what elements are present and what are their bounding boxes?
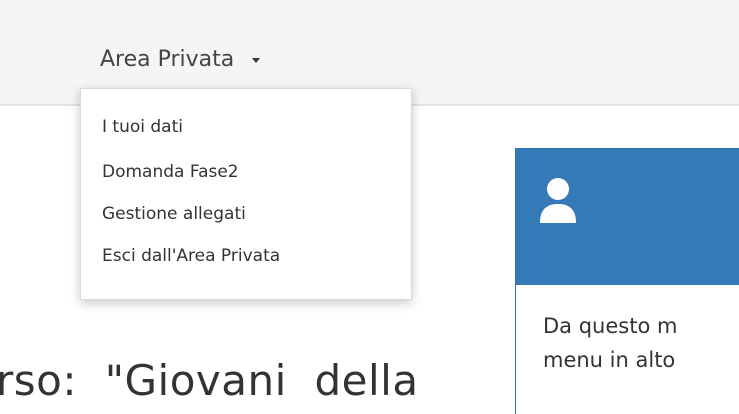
page-title: rso: "Giovani della (0, 356, 419, 405)
panel-body: Da questo m menu in alto (516, 285, 739, 377)
area-privata-dropdown-menu: I tuoi dati Domanda Fase2 Gestione alleg… (80, 88, 412, 300)
menu-item-gestione-allegati[interactable]: Gestione allegati (81, 193, 411, 235)
panel-heading (516, 149, 739, 285)
page: Area Privata rso: "Giovani della Da ques… (0, 0, 739, 414)
area-privata-dropdown-toggle[interactable]: Area Privata (100, 44, 261, 74)
panel-body-line: menu in alto (543, 348, 676, 372)
menu-item-esci[interactable]: Esci dall'Area Privata (81, 235, 411, 277)
menu-item-i-tuoi-dati[interactable]: I tuoi dati (81, 109, 411, 151)
panel-body-line: Da questo m (543, 314, 678, 338)
area-privata-label: Area Privata (100, 46, 235, 72)
user-icon (540, 178, 576, 223)
info-panel: Da questo m menu in alto (515, 148, 739, 414)
menu-item-domanda-fase2[interactable]: Domanda Fase2 (81, 151, 411, 193)
caret-down-icon (252, 57, 261, 63)
